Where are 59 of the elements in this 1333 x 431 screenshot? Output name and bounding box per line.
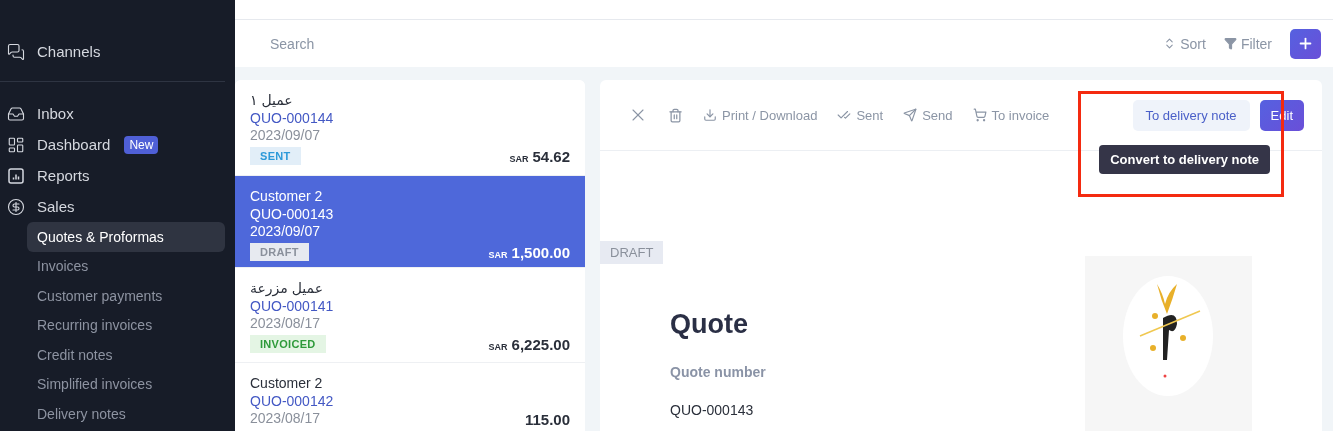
toolbar-action[interactable]: Print / Download <box>695 107 826 123</box>
toolbar-action[interactable]: Sent <box>829 107 892 123</box>
quote-date: 2023/09/07 <box>250 127 321 144</box>
delivery-note-button[interactable]: To delivery note <box>1132 99 1250 131</box>
quote-date: 2023/08/17 <box>250 410 321 427</box>
draft-ribbon: DRAFT <box>600 241 664 264</box>
trash-icon <box>668 107 683 123</box>
sidebar-item[interactable]: Sales <box>0 191 235 222</box>
chart-icon <box>7 166 25 185</box>
quote-number: QUO-000142 <box>250 392 334 410</box>
plus-icon <box>1297 35 1314 52</box>
sidebar-item[interactable]: Inbox <box>0 98 235 129</box>
toolbar-action[interactable]: Send <box>895 107 961 123</box>
search-field[interactable]: Search <box>235 20 1164 67</box>
quote-date: 2023/08/17 <box>250 315 321 332</box>
inbox-icon <box>7 104 25 123</box>
field-value: QUO-000143 <box>670 402 754 418</box>
tooltip: Convert to delivery note <box>1099 145 1270 174</box>
sidebar-subitem[interactable]: Delivery notes <box>27 399 225 429</box>
sort-button[interactable]: Sort <box>1163 35 1206 52</box>
double-check-icon <box>837 108 852 122</box>
sidebar-subitem[interactable]: Credit notes <box>27 340 225 370</box>
status-badge: INVOICED <box>250 335 326 353</box>
new-badge: New <box>124 135 159 154</box>
quote-date: 2023/09/07 <box>250 223 321 240</box>
sidebar-subitem[interactable]: Invoices <box>27 251 225 281</box>
sidebar-subitem[interactable]: Recurring invoices <box>27 310 225 340</box>
quote-list-item[interactable]: Customer 2 QUO-000143 2023/09/07 DRAFT SAR 1,500.00 <box>235 176 585 268</box>
dashboard-icon <box>7 135 25 154</box>
sidebar-item[interactable]: Channels <box>0 36 235 67</box>
toolbar-action[interactable]: To invoice <box>964 107 1058 123</box>
quote-number: QUO-000144 <box>250 109 334 127</box>
quote-amount: SAR 1,500.00 <box>488 244 570 261</box>
cart-icon <box>972 108 987 122</box>
customer-name: Customer 2 <box>250 375 323 392</box>
send-icon <box>903 108 918 122</box>
sidebar-subitem[interactable]: Customer payments <box>27 281 225 311</box>
customer-name: Customer 2 <box>250 188 323 205</box>
document-title: Quote <box>670 309 749 340</box>
sidebar-subitem[interactable]: Quotes & Proformas <box>27 222 225 252</box>
download-icon <box>703 108 717 122</box>
dollar-icon <box>7 197 25 216</box>
sidebar-subitem[interactable]: Simplified invoices <box>27 369 225 399</box>
chat-icon <box>7 42 25 61</box>
sidebar-item[interactable]: Dashboard New <box>0 129 235 160</box>
quote-amount: SAR 54.62 <box>509 148 570 165</box>
customer-name: عميل ١ <box>250 92 293 109</box>
customer-name: عميل مزرعة <box>250 280 323 297</box>
quote-number: QUO-000143 <box>250 205 334 223</box>
quote-amount: 115.00 <box>524 411 570 428</box>
field-label: Quote number <box>670 364 766 380</box>
add-button[interactable] <box>1290 28 1321 59</box>
quote-amount: SAR 6,225.00 <box>488 336 570 353</box>
status-badge: SENT <box>250 147 301 165</box>
filter-icon <box>1223 37 1237 50</box>
filter-button[interactable]: Filter <box>1223 35 1272 52</box>
sidebar-item[interactable]: Reports <box>0 160 235 191</box>
status-badge: DRAFT <box>250 243 309 261</box>
quote-number: QUO-000141 <box>250 297 334 315</box>
